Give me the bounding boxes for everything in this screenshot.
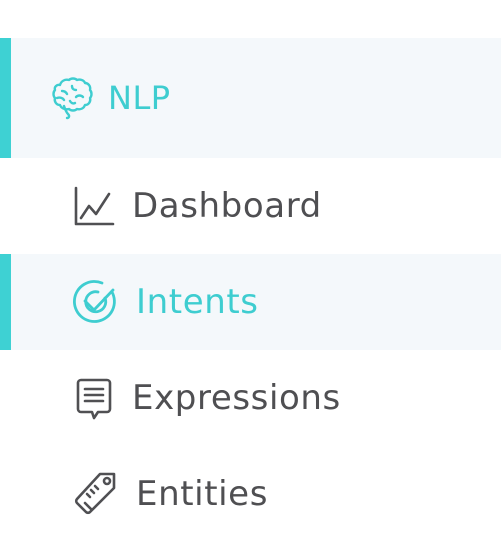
nav-section-label: NLP bbox=[108, 79, 171, 117]
nav-item-label: Dashboard bbox=[132, 186, 322, 226]
brain-icon bbox=[48, 76, 94, 120]
nav-item-dashboard[interactable]: Dashboard bbox=[0, 158, 501, 254]
nav-item-entities[interactable]: Entities bbox=[0, 446, 501, 542]
nav-item-expressions[interactable]: Expressions bbox=[0, 350, 501, 446]
nav-item-label: Intents bbox=[136, 282, 259, 322]
nav-item-label: Entities bbox=[136, 474, 269, 514]
tag-icon bbox=[72, 470, 120, 518]
note-icon bbox=[72, 375, 116, 421]
nav-item-label: Expressions bbox=[132, 378, 341, 418]
sidebar-nav: NLP Dashboard Intents Expressions Entiti… bbox=[0, 0, 501, 547]
line-chart-icon bbox=[72, 185, 116, 227]
target-check-icon bbox=[72, 278, 120, 326]
nav-section-nlp[interactable]: NLP bbox=[0, 38, 501, 158]
nav-item-intents[interactable]: Intents bbox=[0, 254, 501, 350]
